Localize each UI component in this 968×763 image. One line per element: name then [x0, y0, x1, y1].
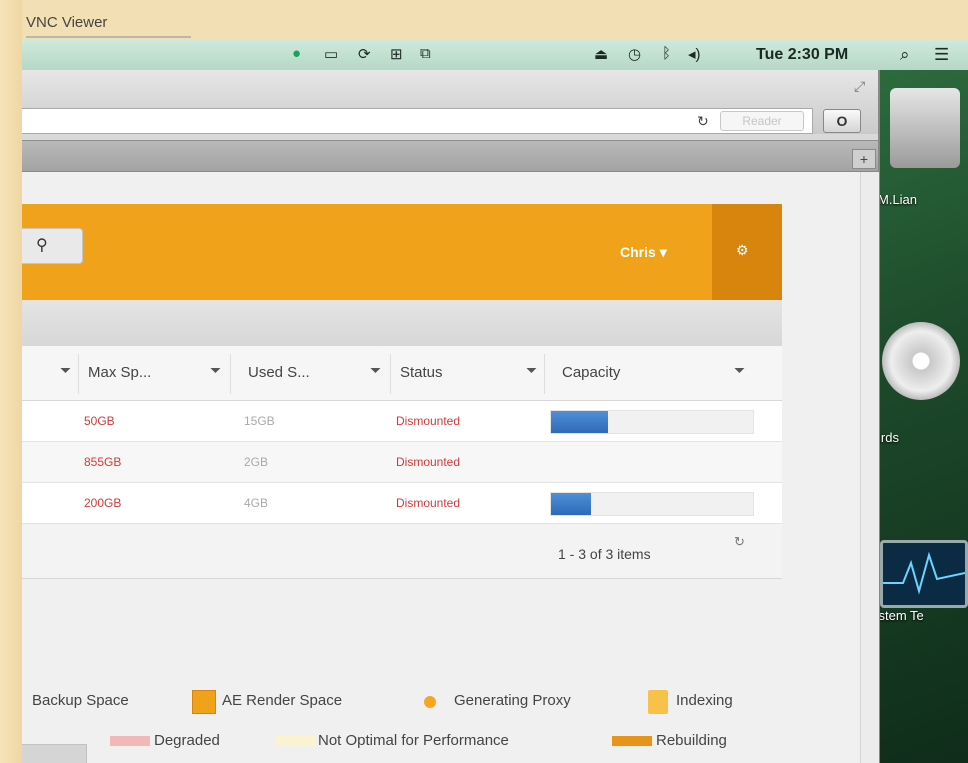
- chevron-down-icon: ▾: [659, 244, 667, 260]
- filter-icon[interactable]: ⏷: [370, 362, 381, 379]
- tab-strip: +: [22, 140, 878, 172]
- toolbar-strip: [22, 300, 782, 347]
- not-optimal-swatch: [276, 736, 316, 746]
- max-space-cell: 855GB: [84, 455, 122, 469]
- legend-indexing: Indexing: [676, 692, 733, 709]
- used-space-cell: 4GB: [244, 496, 269, 510]
- max-space-cell: 50GB: [84, 414, 115, 428]
- disc-icon[interactable]: [882, 322, 960, 400]
- filter-icon[interactable]: ⏷: [526, 362, 537, 379]
- capacity-bar-fill: [551, 411, 608, 433]
- legend-rebuilding: Rebuilding: [656, 732, 727, 749]
- grid-pager: 1 - 3 of 3 items ↻: [22, 524, 782, 579]
- green-dot-icon[interactable]: ●: [292, 45, 301, 62]
- app-header: ⚲ Chris ▾ ⚙: [22, 204, 782, 300]
- generating-proxy-icon: [424, 696, 436, 708]
- column-header-status[interactable]: Status: [400, 364, 443, 381]
- settings-button[interactable]: ⚙: [712, 204, 782, 300]
- browser-window: ⤢ ↻ Reader O + ⚲ Chris ▾ ⚙ ⏷ Max Sp... ⏷…: [22, 70, 880, 763]
- title-divider: [26, 36, 191, 38]
- list-icon[interactable]: ☰: [934, 45, 949, 65]
- capacity-bar-fill: [551, 493, 591, 515]
- spotlight-icon[interactable]: ⌕: [900, 45, 910, 65]
- rebuilding-swatch: [612, 736, 652, 746]
- filter-icon[interactable]: ⏷: [60, 362, 71, 379]
- filter-icon[interactable]: ⏷: [734, 362, 745, 379]
- grid-header: ⏷ Max Sp... ⏷ Used S... ⏷ Status ⏷ Capac…: [22, 346, 782, 401]
- column-header-max-space[interactable]: Max Sp...: [88, 364, 151, 381]
- capacity-bar: [550, 492, 754, 516]
- search-icon: ⚲: [36, 237, 48, 254]
- eject-icon[interactable]: ⏏: [594, 45, 608, 63]
- legend-not-optimal: Not Optimal for Performance: [318, 732, 509, 749]
- pager-info: 1 - 3 of 3 items: [558, 546, 651, 562]
- reader-button[interactable]: Reader: [720, 111, 804, 131]
- desktop: M.Lian irds ystem Te: [872, 70, 968, 763]
- legend-degraded: Degraded: [154, 732, 220, 749]
- user-menu[interactable]: Chris ▾: [620, 244, 667, 261]
- hard-disk-icon[interactable]: [890, 88, 960, 168]
- max-space-cell: 200GB: [84, 496, 122, 510]
- sync-icon[interactable]: ⟳: [358, 45, 371, 63]
- degraded-swatch: [110, 736, 150, 746]
- status-cell: Dismounted: [396, 414, 461, 428]
- bottom-tab[interactable]: [22, 744, 87, 763]
- window-icon[interactable]: ⧉: [420, 45, 431, 62]
- mac-menu-bar: ● ▭ ⟳ ⊞ ⧉ ⏏ ◷ ᛒ ◂) Tue 2:30 PM ⌕ ☰: [22, 40, 968, 71]
- refresh-icon[interactable]: ↻: [734, 534, 745, 550]
- vnc-window-title: VNC Viewer: [26, 14, 108, 31]
- column-divider: [544, 354, 545, 394]
- time-machine-icon[interactable]: ◷: [628, 45, 641, 63]
- menu-clock[interactable]: Tue 2:30 PM: [756, 46, 848, 64]
- indexing-icon: [648, 690, 668, 714]
- battery-icon[interactable]: ▭: [324, 45, 338, 63]
- column-divider: [390, 354, 391, 394]
- column-divider: [230, 354, 231, 394]
- desktop-label-1: M.Lian: [878, 192, 918, 207]
- activity-monitor-icon[interactable]: [880, 540, 968, 608]
- used-space-cell: 15GB: [244, 414, 275, 428]
- reload-icon[interactable]: ↻: [697, 113, 709, 130]
- filter-icon[interactable]: ⏷: [210, 362, 221, 379]
- legend-ae-render-space: AE Render Space: [222, 692, 343, 709]
- column-header-capacity[interactable]: Capacity: [562, 364, 620, 381]
- gear-icon: ⚙: [736, 242, 749, 258]
- table-row[interactable]: 200GB 4GB Dismounted: [22, 483, 782, 524]
- window-frame-edge: [0, 0, 22, 763]
- storage-grid: ⏷ Max Sp... ⏷ Used S... ⏷ Status ⏷ Capac…: [22, 346, 782, 579]
- user-name: Chris: [620, 244, 656, 260]
- volume-icon[interactable]: ◂): [688, 45, 701, 63]
- address-bar[interactable]: ↻ Reader: [22, 108, 813, 134]
- fullscreen-icon[interactable]: ⤢: [854, 78, 865, 95]
- table-row[interactable]: 855GB 2GB Dismounted: [22, 442, 782, 483]
- render-space-icon: [192, 690, 216, 714]
- desktop-label-2: irds: [878, 430, 899, 445]
- extension-o-button[interactable]: O: [823, 109, 861, 133]
- web-page: ⚲ Chris ▾ ⚙ ⏷ Max Sp... ⏷ Used S... ⏷ St…: [22, 172, 860, 763]
- vertical-scrollbar[interactable]: [860, 172, 879, 763]
- bluetooth-icon[interactable]: ᛒ: [662, 45, 671, 62]
- new-tab-button[interactable]: +: [852, 149, 876, 169]
- table-row[interactable]: 50GB 15GB Dismounted: [22, 401, 782, 442]
- status-cell: Dismounted: [396, 496, 461, 510]
- legend: Backup Space AE Render Space Generating …: [22, 674, 782, 763]
- column-header-used-space[interactable]: Used S...: [248, 364, 310, 381]
- column-divider: [78, 354, 79, 394]
- search-button[interactable]: ⚲: [22, 228, 83, 264]
- used-space-cell: 2GB: [244, 455, 269, 469]
- legend-backup-space: Backup Space: [32, 692, 129, 709]
- legend-generating-proxy: Generating Proxy: [454, 692, 571, 709]
- status-cell: Dismounted: [396, 455, 461, 469]
- pulse-graph-icon: [883, 551, 966, 595]
- capacity-bar: [550, 410, 754, 434]
- grid-icon[interactable]: ⊞: [390, 45, 403, 63]
